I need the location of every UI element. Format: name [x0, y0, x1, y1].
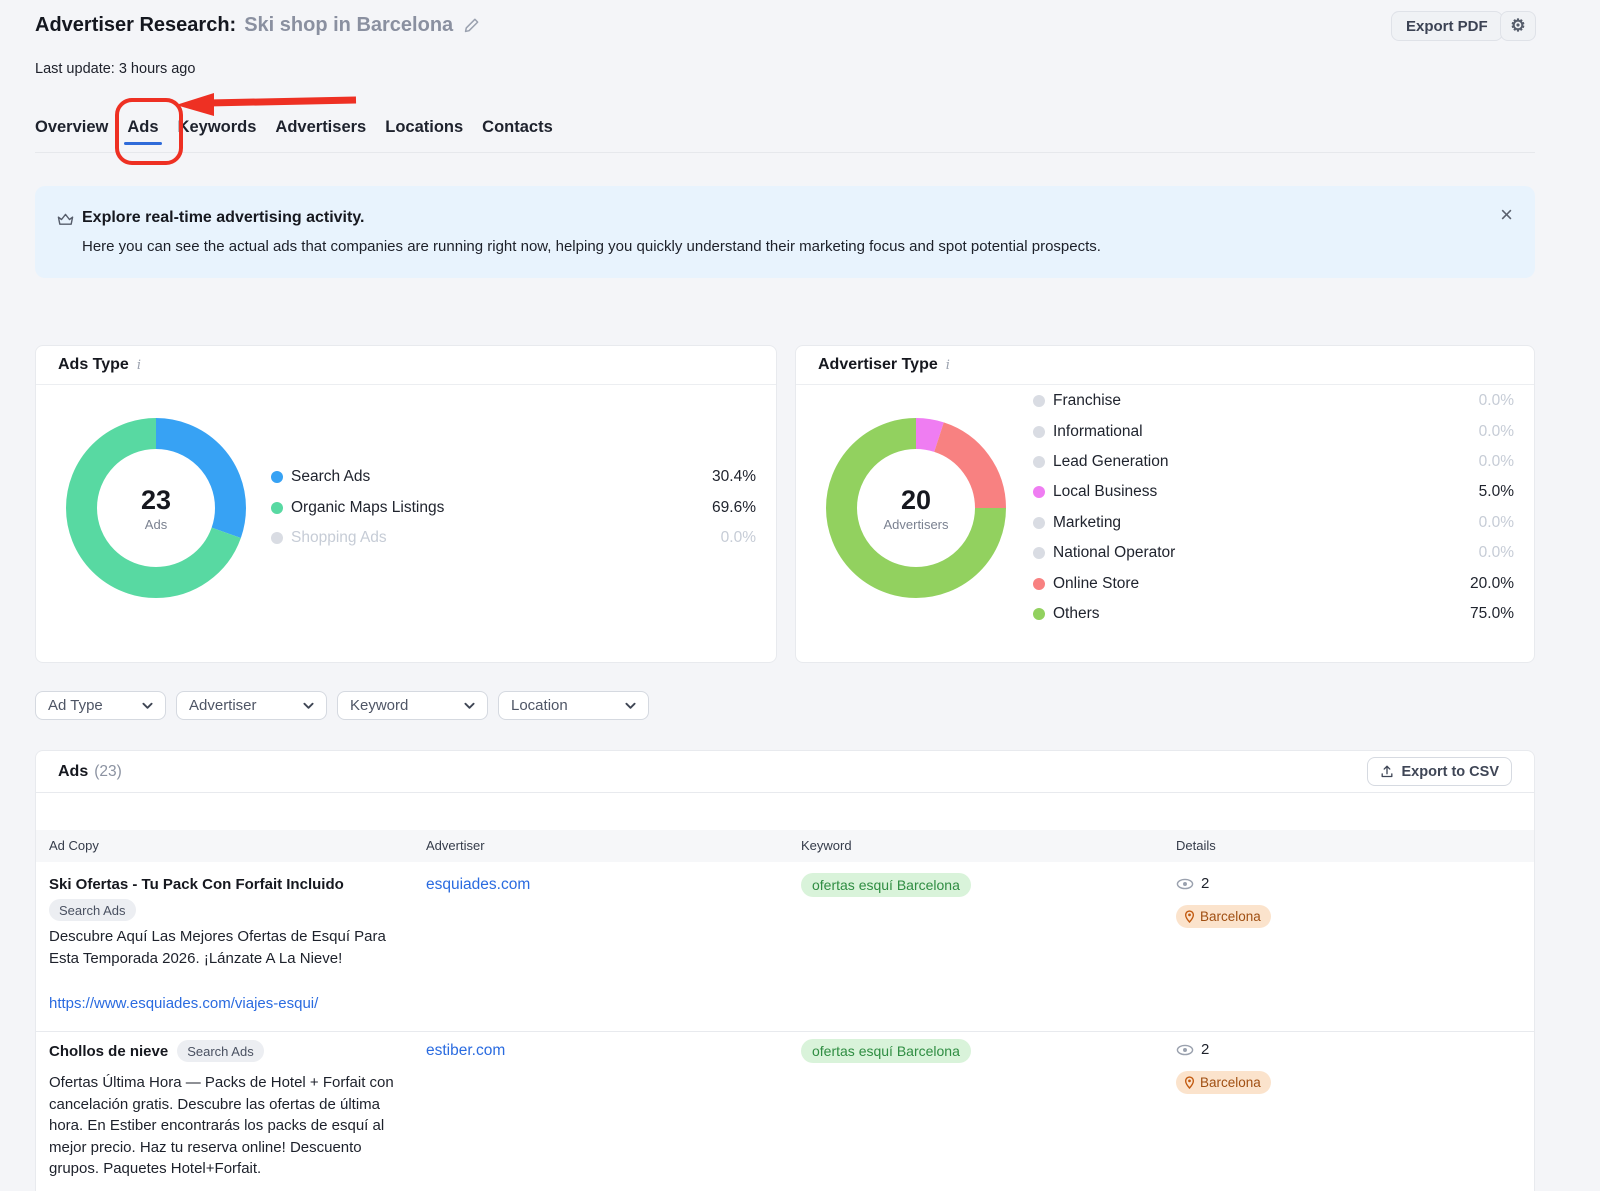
- table-row: Ski Ofertas - Tu Pack Con Forfait Inclui…: [36, 862, 1534, 1032]
- legend-dot: [271, 502, 283, 514]
- tab-overview[interactable]: Overview: [35, 118, 108, 151]
- tab-keywords[interactable]: Keywords: [178, 118, 257, 151]
- legend-item: Informational 0.0%: [1033, 416, 1514, 446]
- table-title: Ads: [58, 763, 88, 781]
- ads-type-donut-chart: 23 Ads: [66, 418, 246, 598]
- ad-title: Ski Ofertas - Tu Pack Con Forfait Inclui…: [49, 876, 344, 893]
- export-pdf-button[interactable]: Export PDF: [1391, 11, 1503, 41]
- legend-dot: [1033, 426, 1045, 438]
- edit-icon[interactable]: [463, 17, 480, 34]
- crown-icon: [57, 212, 74, 232]
- filter-bar: Ad Type Advertiser Keyword Location: [35, 691, 649, 720]
- ads-type-title: Ads Type: [58, 356, 129, 374]
- advertiser-research-page: Advertiser Research: Ski shop in Barcelo…: [0, 0, 1600, 1191]
- filter-keyword[interactable]: Keyword: [337, 691, 488, 720]
- close-icon[interactable]: ×: [1500, 204, 1513, 226]
- col-details: Details: [1176, 830, 1216, 862]
- legend-item: Marketing 0.0%: [1033, 508, 1514, 538]
- col-keyword: Keyword: [801, 830, 852, 862]
- gear-icon[interactable]: ⚙: [1500, 11, 1536, 41]
- donut-center-label: Advertisers: [883, 517, 948, 532]
- legend-dot: [1033, 517, 1045, 529]
- ad-url-link[interactable]: https://www.esquiades.com/viajes-esqui/: [49, 995, 318, 1012]
- ad-title: Chollos de nieve: [49, 1043, 168, 1060]
- chevron-down-icon: [625, 702, 636, 710]
- ad-type-badge: Search Ads: [49, 899, 136, 921]
- eye-icon: [1176, 1044, 1194, 1056]
- page-title-label: Advertiser Research:: [35, 14, 236, 37]
- donut-center-label: Ads: [145, 517, 167, 532]
- advertiser-type-legend: Franchise 0.0% Informational 0.0% Lead G…: [1033, 386, 1514, 629]
- advertiser-link[interactable]: esquiades.com: [426, 876, 530, 894]
- table-row: Chollos de nieve Search Ads Ofertas Últi…: [36, 1032, 1534, 1191]
- legend-dot: [271, 471, 283, 483]
- table-count: (23): [94, 763, 122, 781]
- legend-dot: [271, 532, 283, 544]
- location-badge: Barcelona: [1176, 905, 1271, 928]
- filter-location[interactable]: Location: [498, 691, 649, 720]
- tab-ads[interactable]: Ads: [127, 118, 158, 151]
- location-pin-icon: [1184, 910, 1195, 923]
- tab-contacts[interactable]: Contacts: [482, 118, 553, 151]
- info-icon[interactable]: i: [946, 358, 950, 373]
- legend-dot: [1033, 486, 1045, 498]
- banner-title: Explore real-time advertising activity.: [82, 209, 364, 227]
- legend-dot: [1033, 395, 1045, 407]
- location-badge: Barcelona: [1176, 1071, 1271, 1094]
- export-csv-button[interactable]: Export to CSV: [1367, 757, 1512, 786]
- tab-advertisers[interactable]: Advertisers: [275, 118, 366, 151]
- page-title: Advertiser Research: Ski shop in Barcelo…: [35, 14, 480, 37]
- legend-item: Lead Generation 0.0%: [1033, 447, 1514, 477]
- legend-item: Franchise 0.0%: [1033, 386, 1514, 416]
- donut-center-value: 20: [901, 485, 931, 516]
- tabs-divider: [35, 152, 1535, 153]
- advertiser-type-card: Advertiser Type i 20 Advertisers Franchi…: [795, 345, 1535, 663]
- filter-ad-type[interactable]: Ad Type: [35, 691, 166, 720]
- ads-type-legend: Search Ads 30.4% Organic Maps Listings 6…: [271, 462, 756, 554]
- ad-description: Ofertas Última Hora — Packs de Hotel + F…: [49, 1072, 414, 1180]
- keyword-badge: ofertas esquí Barcelona: [801, 1039, 971, 1063]
- advertiser-link[interactable]: estiber.com: [426, 1042, 505, 1060]
- last-update-text: Last update: 3 hours ago: [35, 61, 195, 77]
- legend-item: National Operator 0.0%: [1033, 538, 1514, 568]
- views-count: 2: [1176, 1041, 1209, 1058]
- chevron-down-icon: [142, 702, 153, 710]
- donut-center-value: 23: [141, 485, 171, 516]
- views-count: 2: [1176, 875, 1209, 892]
- chevron-down-icon: [464, 702, 475, 710]
- tab-locations[interactable]: Locations: [385, 118, 463, 151]
- legend-item: Others 75.0%: [1033, 599, 1514, 629]
- keyword-badge: ofertas esquí Barcelona: [801, 873, 971, 897]
- ads-type-card: Ads Type i 23 Ads Search Ads 30.4% Organ…: [35, 345, 777, 663]
- location-pin-icon: [1184, 1076, 1195, 1089]
- legend-dot: [1033, 547, 1045, 559]
- page-query: Ski shop in Barcelona: [244, 14, 453, 37]
- legend-item: Shopping Ads 0.0%: [271, 523, 756, 554]
- ad-type-badge: Search Ads: [177, 1040, 264, 1062]
- col-advertiser: Advertiser: [426, 830, 485, 862]
- banner-body: Here you can see the actual ads that com…: [82, 238, 1101, 255]
- tab-bar: Overview Ads Keywords Advertisers Locati…: [35, 118, 553, 151]
- legend-item: Online Store 20.0%: [1033, 568, 1514, 598]
- info-icon[interactable]: i: [137, 358, 141, 373]
- col-ad-copy: Ad Copy: [49, 830, 99, 862]
- table-column-headers: Ad Copy Advertiser Keyword Details: [36, 830, 1534, 862]
- advertiser-type-title: Advertiser Type: [818, 356, 938, 374]
- eye-icon: [1176, 878, 1194, 890]
- annotation-arrow-icon: [168, 90, 363, 118]
- legend-item: Search Ads 30.4%: [271, 462, 756, 493]
- ads-table: Ads (23) Export to CSV Ad Copy Advertise…: [35, 750, 1535, 1191]
- advertiser-type-donut-chart: 20 Advertisers: [826, 418, 1006, 598]
- legend-item: Organic Maps Listings 69.6%: [271, 493, 756, 524]
- filter-advertiser[interactable]: Advertiser: [176, 691, 327, 720]
- legend-dot: [1033, 456, 1045, 468]
- legend-item: Local Business 5.0%: [1033, 477, 1514, 507]
- info-banner: Explore real-time advertising activity. …: [35, 186, 1535, 278]
- ad-description: Descubre Aquí Las Mejores Ofertas de Esq…: [49, 926, 389, 969]
- legend-dot: [1033, 608, 1045, 620]
- chevron-down-icon: [303, 702, 314, 710]
- legend-dot: [1033, 578, 1045, 590]
- upload-icon: [1380, 764, 1394, 779]
